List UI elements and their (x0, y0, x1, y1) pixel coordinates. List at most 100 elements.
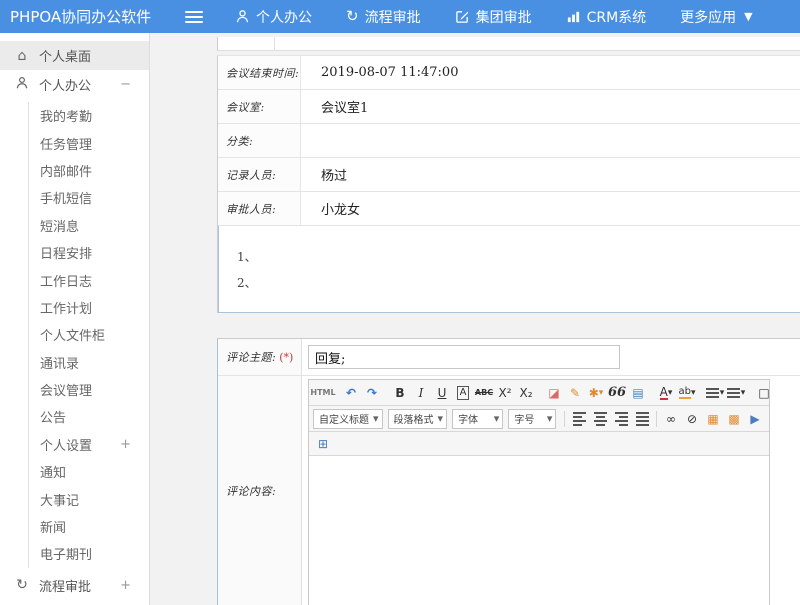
home-icon: ⌂ (14, 49, 30, 63)
bold-button[interactable]: B (390, 383, 410, 403)
sidebar-item-label: 任务管理 (40, 134, 92, 153)
nav-more-apps[interactable]: 更多应用 ▼ (680, 7, 752, 27)
comment-subject-input[interactable] (308, 345, 620, 369)
table-row: 记录人员: 杨过 (218, 158, 800, 192)
align-center-icon[interactable] (590, 409, 610, 429)
sidebar-item-label: 个人设置 (40, 435, 92, 454)
paragraph-format-dropdown[interactable]: 段落格式▾ (388, 409, 448, 429)
superscript-button[interactable]: X² (495, 383, 515, 403)
sidebar-item-label: 电子期刊 (40, 544, 92, 563)
nav-crm-system[interactable]: CRM系统 (566, 7, 647, 27)
collapse-icon[interactable]: − (120, 77, 131, 92)
app-title: PHPOA协同办公软件 (0, 6, 185, 27)
sidebar-submenu: 我的考勤 任务管理 内部邮件 手机短信 短消息 日程安排 工作日志 工作计划 个… (28, 102, 149, 568)
insert-table-icon[interactable]: ⊞ (313, 434, 333, 454)
sidebar-item-contacts[interactable]: 通讯录 (29, 349, 149, 376)
editor-content-area[interactable] (309, 456, 769, 605)
sidebar-item-major-events[interactable]: 大事记 (29, 485, 149, 512)
sidebar-item-workflow-approval[interactable]: ↻ 流程审批 + (0, 571, 149, 600)
nav-personal-office[interactable]: 个人办公 (235, 7, 312, 27)
sidebar-item-notices[interactable]: 通知 (29, 458, 149, 485)
insert-link-icon[interactable]: ∞ (661, 409, 681, 429)
custom-title-dropdown[interactable]: 自定义标题▾ (313, 409, 383, 429)
sidebar-item-tasks[interactable]: 任务管理 (29, 129, 149, 156)
meeting-content-block: 1、 2、 (218, 226, 800, 313)
insert-image-icon[interactable]: ▦ (703, 409, 723, 429)
field-label-end-time: 会议结束时间: (226, 65, 299, 81)
field-value-approver: 小龙女 (321, 199, 360, 218)
undo-icon[interactable]: ↶ (341, 383, 361, 403)
redo-icon[interactable]: ↷ (362, 383, 382, 403)
autoformat-icon[interactable]: ✱▾ (586, 383, 606, 403)
blockquote-icon[interactable]: 66 (607, 383, 627, 403)
editor-toolbar-row1: HTML ↶ ↷ B I U A ABC X² X₂ (309, 380, 769, 406)
main-content: 会议结束时间: 2019-08-07 11:47:00 会议室: 会议室1 分类… (217, 33, 800, 605)
sidebar-item-work-plan[interactable]: 工作计划 (29, 294, 149, 321)
sidebar-item-e-journal[interactable]: 电子期刊 (29, 540, 149, 567)
field-label-category: 分类: (226, 133, 253, 149)
nav-label: 更多应用 (680, 7, 736, 27)
format-eraser-icon[interactable]: ◪ (544, 383, 564, 403)
sidebar-item-file-cabinet[interactable]: 个人文件柜 (29, 321, 149, 348)
sidebar-item-announcements[interactable]: 公告 (29, 403, 149, 430)
subscript-button[interactable]: X₂ (516, 383, 536, 403)
sidebar-item-label: 短消息 (40, 216, 79, 235)
sidebar-item-short-messages[interactable]: 短消息 (29, 212, 149, 239)
char-border-button[interactable]: A (453, 383, 473, 403)
nav-label: 集团审批 (476, 7, 532, 27)
field-label-recorder: 记录人员: (226, 167, 276, 183)
editor-toolbar-row2: 自定义标题▾ 段落格式▾ 字体▾ 字号▾ ∞ ⊘ ▦ (309, 406, 769, 432)
sidebar-item-personal-settings[interactable]: 个人设置 + (29, 431, 149, 458)
unordered-list-button[interactable]: ▾ (726, 383, 746, 403)
font-size-dropdown[interactable]: 字号▾ (508, 409, 556, 429)
format-brush-icon[interactable]: ✎ (565, 383, 585, 403)
sidebar-item-label: 个人文件柜 (40, 325, 105, 344)
ordered-list-button[interactable]: ▾ (705, 383, 725, 403)
justify-icon[interactable] (632, 409, 652, 429)
underline-button[interactable]: U (432, 383, 452, 403)
cycle-icon: ↻ (346, 9, 359, 24)
expand-icon[interactable]: + (120, 578, 131, 593)
cycle-icon: ↻ (14, 578, 30, 592)
sidebar-item-news[interactable]: 新闻 (29, 513, 149, 540)
expand-icon[interactable]: + (120, 437, 131, 452)
remove-link-icon[interactable]: ⊘ (682, 409, 702, 429)
table-row: 审批人员: 小龙女 (218, 192, 800, 226)
comment-content-label: 评论内容: (226, 483, 276, 499)
sidebar-item-mobile-sms[interactable]: 手机短信 (29, 184, 149, 211)
sidebar-item-label: 个人办公 (39, 75, 91, 94)
sidebar-item-schedule[interactable]: 日程安排 (29, 239, 149, 266)
screenshot-icon[interactable]: ▩ (724, 409, 744, 429)
bar-chart-icon (566, 9, 581, 24)
sidebar-item-internal-mail[interactable]: 内部邮件 (29, 157, 149, 184)
nav-label: 个人办公 (256, 7, 312, 27)
font-family-dropdown[interactable]: 字体▾ (452, 409, 503, 429)
insert-media-icon[interactable]: ▶ (745, 409, 765, 429)
html-source-button[interactable]: HTML (313, 383, 333, 403)
nav-workflow-approval[interactable]: ↻ 流程审批 (346, 7, 421, 27)
italic-button[interactable]: I (411, 383, 431, 403)
sidebar-item-label: 我的考勤 (40, 106, 92, 125)
sidebar-item-personal-office[interactable]: 个人办公 − (0, 70, 149, 99)
paste-as-text-icon[interactable]: ▤ (628, 383, 648, 403)
font-color-button[interactable]: A▾ (656, 383, 676, 403)
align-left-icon[interactable] (569, 409, 589, 429)
sidebar-item-attendance[interactable]: 我的考勤 (29, 102, 149, 129)
field-value-recorder: 杨过 (321, 165, 347, 184)
person-icon (14, 76, 30, 94)
rich-text-editor: HTML ↶ ↷ B I U A ABC X² X₂ (308, 379, 770, 605)
sidebar-item-label: 公告 (40, 407, 66, 426)
comment-content-row: 评论内容: HTML ↶ ↷ B I U (218, 376, 800, 605)
field-label-approver: 审批人员: (226, 201, 276, 217)
sidebar-item-work-log[interactable]: 工作日志 (29, 266, 149, 293)
sidebar-item-meeting-management[interactable]: 会议管理 (29, 376, 149, 403)
highlight-color-button[interactable]: ab▾ (677, 383, 697, 403)
hamburger-menu-icon[interactable] (185, 8, 205, 26)
new-document-icon[interactable]: □ (754, 383, 774, 403)
align-right-icon[interactable] (611, 409, 631, 429)
strikethrough-button[interactable]: ABC (474, 383, 494, 403)
field-value-meeting-room: 会议室1 (321, 97, 368, 116)
sidebar-item-desktop[interactable]: ⌂ 个人桌面 (0, 41, 149, 70)
nav-group-approval[interactable]: 集团审批 (455, 7, 532, 27)
sidebar-item-label: 日程安排 (40, 243, 92, 262)
